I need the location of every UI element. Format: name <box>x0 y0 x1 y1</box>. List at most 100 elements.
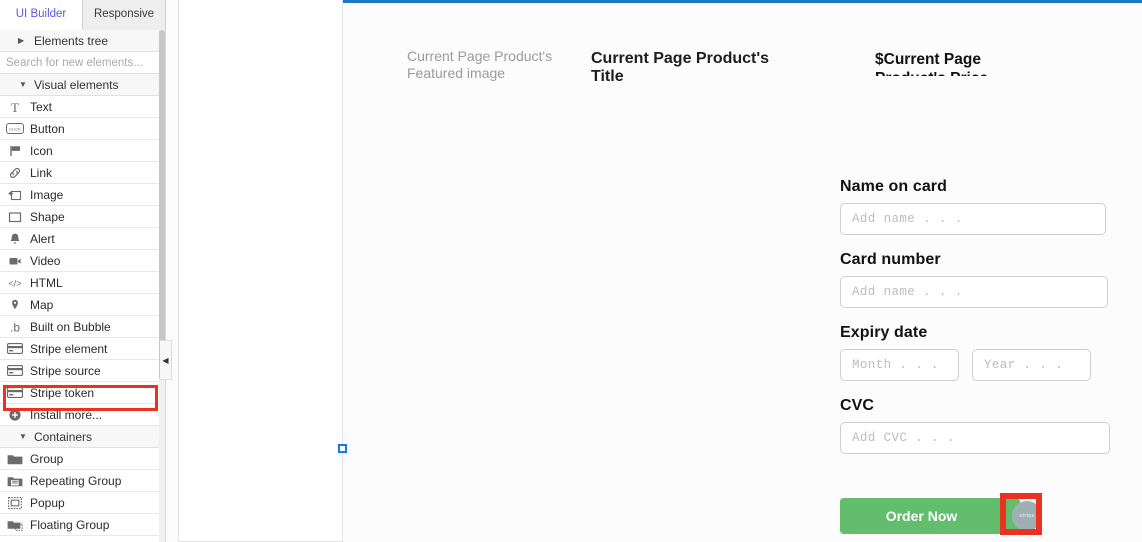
expiry-date-label: Expiry date <box>840 324 928 341</box>
panel-collapse-handle[interactable]: ◀ <box>160 340 172 380</box>
element-item-floating-group-label: Floating Group <box>30 517 110 532</box>
card-number-input[interactable]: Add name . . . <box>840 276 1108 308</box>
element-item-icon[interactable]: Icon <box>0 140 165 162</box>
cvc-label: CVC <box>840 397 875 414</box>
expiry-month-input[interactable]: Month . . . <box>840 349 959 381</box>
element-item-built-on-bubble[interactable]: .b Built on Bubble <box>0 316 165 338</box>
element-item-popup-label: Popup <box>30 495 65 510</box>
plus-circle-icon <box>0 408 30 422</box>
element-item-alert[interactable]: Alert <box>0 228 165 250</box>
element-item-stripe-source-label: Stripe source <box>30 363 101 378</box>
chevron-down-icon: ▼ <box>19 432 27 441</box>
featured-image-placeholder[interactable]: Current Page Product's Featured image <box>407 48 577 82</box>
folder-floating-icon <box>0 519 30 531</box>
element-item-built-on-bubble-label: Built on Bubble <box>30 319 111 334</box>
order-now-button[interactable]: Order Now <box>840 498 1003 534</box>
folder-repeat-icon <box>0 475 30 487</box>
element-item-button-label: Button <box>30 121 65 136</box>
element-item-stripe-source[interactable]: Stripe source <box>0 360 165 382</box>
element-item-group[interactable]: Group <box>0 448 165 470</box>
order-now-button-label: Order Now <box>885 508 958 524</box>
left-panel: UI Builder Responsive ▶ Elements tree ▼ … <box>0 0 166 542</box>
folder-icon <box>0 453 30 465</box>
stripe-token-canvas-label: stripe <box>1019 513 1035 519</box>
element-item-repeating-group[interactable]: Repeating Group <box>0 470 165 492</box>
element-item-stripe-element[interactable]: Stripe element <box>0 338 165 360</box>
element-item-video[interactable]: Video <box>0 250 165 272</box>
code-brackets-icon: </> <box>0 277 30 289</box>
field-group-card-number: Card number Add name . . . <box>840 251 1130 308</box>
element-item-floating-group[interactable]: Floating Group <box>0 514 165 536</box>
elements-tree-toggle[interactable]: ▶ Elements tree <box>0 30 165 52</box>
video-camera-icon <box>0 254 30 268</box>
element-item-text[interactable]: T Text <box>0 96 165 118</box>
expiry-inputs-row: Month . . . Year . . . <box>840 349 1130 381</box>
credit-card-icon <box>0 365 30 376</box>
name-on-card-input[interactable]: Add name . . . <box>840 203 1106 235</box>
element-item-stripe-token-label: Stripe token <box>30 385 95 400</box>
canvas-gutter-page-edge <box>178 0 343 542</box>
left-panel-scrollbar-thumb[interactable] <box>159 30 165 380</box>
cvc-input[interactable]: Add CVC . . . <box>840 422 1110 454</box>
name-on-card-label: Name on card <box>840 178 948 195</box>
tab-responsive-label: Responsive <box>93 8 155 20</box>
flag-icon <box>0 144 30 158</box>
element-item-video-label: Video <box>30 253 61 268</box>
search-input[interactable] <box>0 56 165 69</box>
element-item-link[interactable]: Link <box>0 162 165 184</box>
search-new-elements-row[interactable] <box>0 52 165 74</box>
design-canvas[interactable]: Current Page Product's Featured image Cu… <box>343 0 1142 542</box>
element-item-popup[interactable]: Popup <box>0 492 165 514</box>
element-resize-handle[interactable] <box>338 444 347 453</box>
section-containers-label: Containers <box>34 430 93 444</box>
card-number-label: Card number <box>840 251 941 268</box>
credit-card-icon <box>0 387 30 398</box>
section-visual-elements-label: Visual elements <box>34 78 119 92</box>
product-title-text[interactable]: Current Page Product's Title <box>591 50 806 86</box>
panel-tabs: UI Builder Responsive <box>0 0 166 30</box>
name-on-card-placeholder: Add name . . . <box>852 212 963 226</box>
bubble-b-icon: .b <box>0 320 30 334</box>
chevron-right-icon: ▶ <box>18 36 25 45</box>
tab-ui-builder[interactable]: UI Builder <box>0 0 83 30</box>
credit-card-icon <box>0 343 30 354</box>
element-item-map[interactable]: Map <box>0 294 165 316</box>
expiry-year-input[interactable]: Year . . . <box>972 349 1091 381</box>
image-icon <box>0 188 30 202</box>
svg-text:</>: </> <box>8 278 21 288</box>
element-item-image[interactable]: Image <box>0 184 165 206</box>
link-chain-icon <box>0 166 30 180</box>
canvas-gutter <box>166 0 343 542</box>
element-item-image-label: Image <box>30 187 64 202</box>
element-item-alert-label: Alert <box>30 231 55 246</box>
bubble-editor-window: UI Builder Responsive ▶ Elements tree ▼ … <box>0 0 1142 542</box>
expiry-year-placeholder: Year . . . <box>984 358 1064 372</box>
element-item-map-label: Map <box>30 297 54 312</box>
element-item-stripe-token[interactable]: Stripe token <box>0 382 165 404</box>
payment-form: Name on card Add name . . . Card number … <box>840 178 1130 470</box>
element-item-group-label: Group <box>30 451 64 466</box>
element-item-install-more[interactable]: Install more... <box>0 404 165 426</box>
element-item-button[interactable]: CLICK Button <box>0 118 165 140</box>
element-item-html-label: HTML <box>30 275 63 290</box>
stripe-token-canvas-element[interactable]: stripe <box>1012 501 1042 531</box>
card-number-placeholder: Add name . . . <box>852 285 963 299</box>
product-price-text[interactable]: $Current Page Product's Price <box>875 50 1020 76</box>
text-serif-icon: T <box>0 100 30 114</box>
bell-icon <box>0 232 30 246</box>
element-item-html[interactable]: </> HTML <box>0 272 165 294</box>
element-item-link-label: Link <box>30 165 53 180</box>
field-group-cvc: CVC Add CVC . . . <box>840 397 1130 454</box>
element-item-shape[interactable]: Shape <box>0 206 165 228</box>
expiry-month-placeholder: Month . . . <box>852 358 939 372</box>
section-containers[interactable]: ▼ Containers <box>0 426 165 448</box>
tab-ui-builder-label: UI Builder <box>15 8 67 20</box>
chevron-down-icon: ▼ <box>19 80 27 89</box>
elements-tree-label: Elements tree <box>34 34 109 48</box>
svg-text:CLICK: CLICK <box>9 127 21 132</box>
popup-icon <box>0 496 30 509</box>
section-visual-elements[interactable]: ▼ Visual elements <box>0 74 165 96</box>
field-group-expiry-date: Expiry date Month . . . Year . . . <box>840 324 1130 381</box>
cvc-placeholder: Add CVC . . . <box>852 431 955 445</box>
tab-responsive[interactable]: Responsive <box>83 0 166 30</box>
